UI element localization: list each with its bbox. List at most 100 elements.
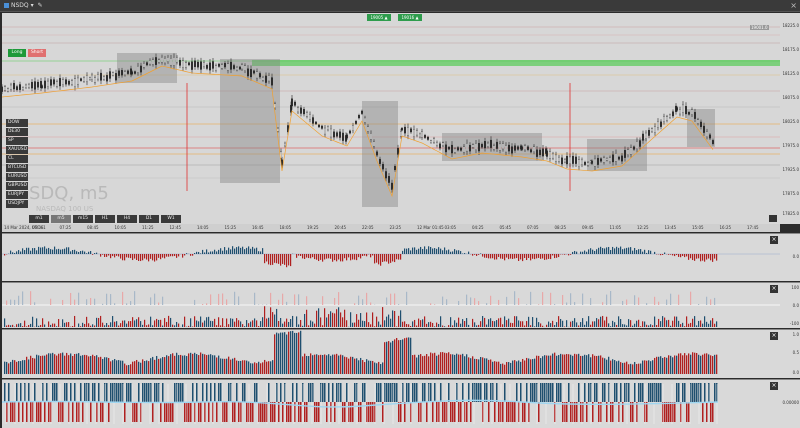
- histogram-bar: [280, 317, 282, 327]
- symbol-eurjpy[interactable]: EURJPY: [6, 191, 28, 199]
- symbol-dow[interactable]: DOW: [6, 119, 28, 127]
- candle-body: [7, 88, 9, 92]
- histogram-bar: [50, 324, 52, 327]
- histogram-bar: [438, 323, 440, 327]
- time-axis[interactable]: 14 Mar 2024, UTC+1 06:05 07:25 08:45 10:05 11…: [2, 224, 780, 232]
- tf-m1[interactable]: m1: [29, 215, 49, 223]
- tf-m15[interactable]: m15: [73, 215, 93, 223]
- long-button[interactable]: Long: [8, 49, 26, 57]
- histogram-bar: [264, 254, 266, 264]
- histogram-bar: [494, 402, 496, 422]
- symbol-gbpusd[interactable]: GBPUSD: [6, 182, 28, 190]
- histogram-bar: [352, 356, 354, 374]
- histogram-bar: [624, 248, 626, 254]
- histogram-bar: [154, 359, 156, 374]
- histogram-bar: [456, 250, 458, 254]
- histogram-bar: [358, 254, 360, 258]
- histogram-bar: [276, 332, 278, 374]
- symbol-sp[interactable]: SP: [6, 137, 28, 145]
- histogram-bar: [34, 358, 36, 374]
- close-icon[interactable]: ×: [790, 1, 797, 10]
- symbol-selector[interactable]: NSDQ ▾: [4, 2, 34, 9]
- candle-body: [19, 84, 21, 90]
- histogram-bar: [426, 249, 428, 254]
- symbol-usdjpy[interactable]: USDJPY: [6, 200, 28, 208]
- histogram-bar: [562, 294, 564, 305]
- histogram-bar: [552, 383, 554, 402]
- symbol-btcusd[interactable]: BTCUSD: [6, 164, 28, 172]
- histogram-bar: [626, 299, 628, 305]
- histogram-bar: [398, 254, 400, 260]
- histogram-bar: [286, 334, 288, 374]
- histogram-bar: [230, 359, 232, 374]
- close-panel-icon[interactable]: ×: [770, 332, 778, 340]
- histogram-bar: [702, 402, 704, 422]
- histogram-bar: [134, 254, 136, 259]
- histogram-bar: [182, 254, 184, 258]
- histogram-bar: [696, 383, 698, 402]
- histogram-bar: [322, 296, 324, 305]
- histogram-bar: [584, 383, 586, 402]
- histogram-bar: [264, 359, 266, 374]
- histogram-bar: [356, 254, 358, 261]
- time-tick: 12 Mar 01:45: [417, 225, 444, 230]
- histogram-bar: [674, 254, 676, 257]
- histogram-bar: [270, 361, 272, 374]
- close-panel-icon[interactable]: ×: [770, 236, 778, 244]
- histogram-bar: [710, 299, 712, 305]
- candle-body: [106, 75, 108, 82]
- indicator-panel-2[interactable]: ×: [2, 282, 780, 328]
- histogram-bar: [546, 355, 548, 374]
- tf-w1[interactable]: W1: [161, 215, 181, 223]
- symbol-de30[interactable]: DE30: [6, 128, 28, 136]
- histogram-bar: [350, 402, 352, 422]
- histogram-bar: [654, 296, 656, 305]
- tf-h4[interactable]: H4: [117, 215, 137, 223]
- close-panel-icon[interactable]: ×: [770, 285, 778, 293]
- histogram-bar: [14, 252, 16, 254]
- main-price-chart[interactable]: 19005 ▲ 19016 ▲ Long Short 19001.0 DOW D…: [2, 13, 780, 224]
- tf-h1[interactable]: H1: [95, 215, 115, 223]
- histogram-bar: [466, 354, 468, 374]
- histogram-bar: [498, 402, 500, 422]
- scroll-end-button[interactable]: [769, 215, 777, 222]
- histogram-bar: [388, 341, 390, 374]
- candle-body: [294, 101, 296, 106]
- symbol-cl[interactable]: CL: [6, 155, 28, 163]
- histogram-bar: [238, 296, 240, 305]
- histogram-bar: [542, 292, 544, 305]
- histogram-bar: [714, 254, 716, 259]
- histogram-bar: [80, 355, 82, 374]
- histogram-bar: [380, 254, 382, 266]
- histogram-bar: [152, 325, 154, 327]
- drawing-tool-button[interactable]: ✎: [38, 2, 43, 9]
- range-box: [220, 59, 280, 183]
- histogram-bar: [20, 383, 22, 402]
- histogram-bar: [92, 254, 94, 255]
- indicator-panel-1[interactable]: ×: [2, 233, 780, 281]
- candle-body: [134, 71, 136, 74]
- candle-body: [436, 142, 438, 146]
- close-panel-icon[interactable]: ×: [770, 382, 778, 390]
- candle-body: [654, 126, 656, 133]
- price-axis[interactable]: 18225.0 18175.0 18125.0 18075.0 18025.0 …: [780, 13, 800, 224]
- histogram-bar: [674, 316, 676, 327]
- histogram-bar: [96, 252, 98, 254]
- histogram-bar: [100, 356, 102, 374]
- short-button[interactable]: Short: [28, 49, 46, 57]
- symbol-eurusd[interactable]: EURUSD: [6, 173, 28, 181]
- histogram-bar: [648, 383, 650, 402]
- histogram-bar: [428, 356, 430, 374]
- candle-body: [121, 70, 123, 76]
- tf-d1[interactable]: D1: [139, 215, 159, 223]
- histogram-bar: [334, 402, 336, 422]
- histogram-bar: [352, 322, 354, 327]
- histogram-bar: [512, 402, 514, 422]
- indicator-panel-4[interactable]: ×: [2, 379, 780, 428]
- tf-m5[interactable]: m5: [51, 215, 71, 223]
- indicator-panel-3[interactable]: ×: [2, 329, 780, 378]
- candle-body: [127, 70, 129, 74]
- histogram-bar: [460, 402, 462, 422]
- candle-body: [481, 144, 483, 148]
- symbol-xauusd[interactable]: XAUUSD: [6, 146, 28, 154]
